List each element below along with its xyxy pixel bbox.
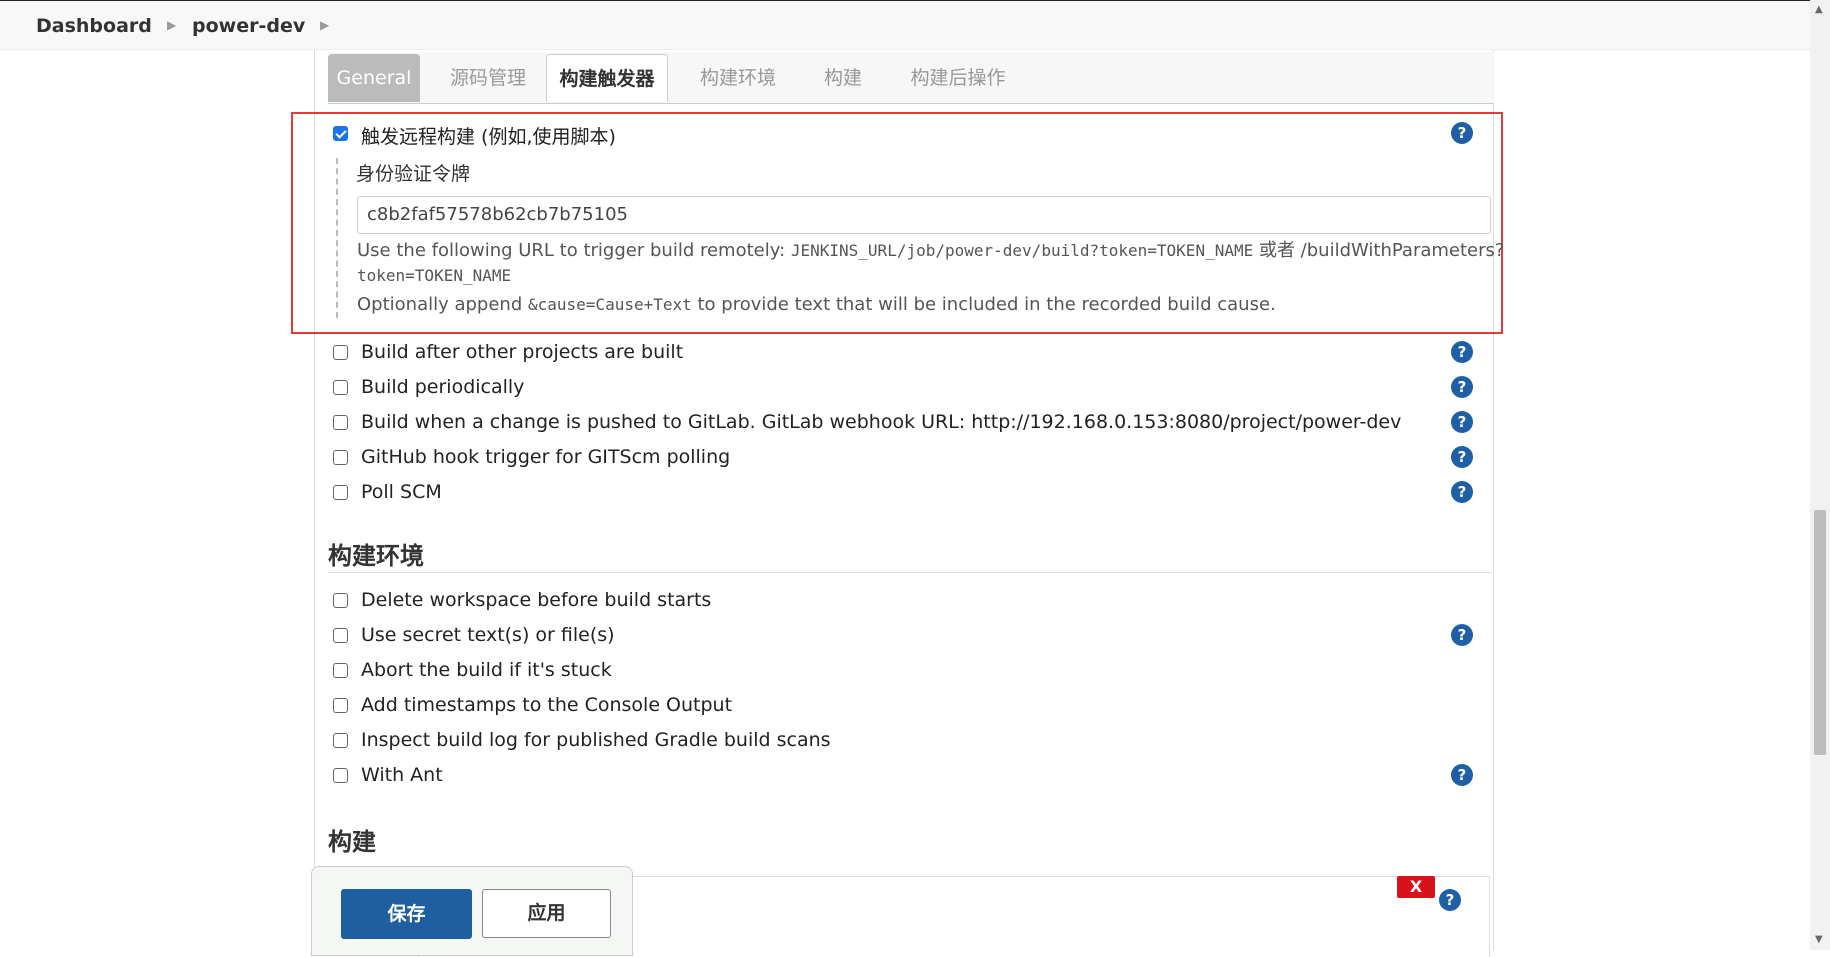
trigger-option-label: Build when a change is pushed to GitLab.… xyxy=(361,411,1402,433)
tab-general[interactable]: General xyxy=(328,54,420,102)
env-option-label: With Ant xyxy=(361,764,443,786)
trigger-url-description: Use the following URL to trigger build r… xyxy=(357,240,1505,261)
tab-build-triggers[interactable]: 构建触发器 xyxy=(546,54,668,102)
remote-trigger-checkbox[interactable] xyxy=(333,126,348,141)
with-ant-checkbox[interactable] xyxy=(333,768,348,783)
scroll-down-icon[interactable]: ▼ xyxy=(1815,934,1823,945)
scrollbar-thumb[interactable] xyxy=(1814,510,1826,755)
scrollbar[interactable] xyxy=(1810,0,1830,950)
breadcrumb-job[interactable]: power-dev xyxy=(192,15,305,37)
delete-workspace-checkbox[interactable] xyxy=(333,593,348,608)
poll-scm-checkbox[interactable] xyxy=(333,485,348,500)
tab-scm[interactable]: 源码管理 xyxy=(428,54,548,102)
github-hook-checkbox[interactable] xyxy=(333,450,348,465)
trigger-option-label: Build periodically xyxy=(361,376,525,398)
scroll-up-icon[interactable]: ▲ xyxy=(1815,4,1823,15)
build-env-title: 构建环境 xyxy=(328,542,424,570)
abort-stuck-checkbox[interactable] xyxy=(333,663,348,678)
cause-description: Optionally append &cause=Cause+Text to p… xyxy=(357,294,1276,315)
trigger-option-label: Build after other projects are built xyxy=(361,341,684,363)
help-icon[interactable]: ? xyxy=(1451,481,1473,503)
tab-post-build[interactable]: 构建后操作 xyxy=(888,54,1028,102)
tab-build-environment[interactable]: 构建环境 xyxy=(678,54,798,102)
token-label: 身份验证令牌 xyxy=(356,163,471,185)
env-option-label: Add timestamps to the Console Output xyxy=(361,694,733,716)
trigger-url-token: token=TOKEN_NAME xyxy=(357,266,512,285)
help-icon[interactable]: ? xyxy=(1451,624,1473,646)
gitlab-push-checkbox[interactable] xyxy=(333,415,348,430)
breadcrumb: Dashboard ▶ power-dev ▶ xyxy=(0,0,1810,50)
build-periodically-checkbox[interactable] xyxy=(333,380,348,395)
env-option-label: Use secret text(s) or file(s) xyxy=(361,624,615,646)
remote-trigger-label: 触发远程构建 (例如,使用脚本) xyxy=(361,126,616,148)
help-icon[interactable]: ? xyxy=(1451,122,1473,144)
build-after-checkbox[interactable] xyxy=(333,345,348,360)
timestamps-checkbox[interactable] xyxy=(333,698,348,713)
breadcrumb-dashboard[interactable]: Dashboard xyxy=(36,15,152,37)
save-button[interactable]: 保存 xyxy=(341,889,472,939)
nested-indicator xyxy=(336,158,338,318)
help-icon[interactable]: ? xyxy=(1451,376,1473,398)
env-option-label: Abort the build if it's stuck xyxy=(361,659,612,681)
help-icon[interactable]: ? xyxy=(1451,446,1473,468)
trigger-option-label: Poll SCM xyxy=(361,481,442,503)
gradle-scans-checkbox[interactable] xyxy=(333,733,348,748)
help-icon[interactable]: ? xyxy=(1451,341,1473,363)
auth-token-input[interactable]: c8b2faf57578b62cb7b75105 xyxy=(357,196,1491,234)
chevron-right-icon[interactable]: ▶ xyxy=(167,18,176,32)
help-icon[interactable]: ? xyxy=(1451,764,1473,786)
apply-button[interactable]: 应用 xyxy=(482,889,611,938)
help-icon[interactable]: ? xyxy=(1439,889,1461,911)
chevron-right-icon[interactable]: ▶ xyxy=(320,18,329,32)
divider xyxy=(328,572,1492,573)
help-icon[interactable]: ? xyxy=(1451,411,1473,433)
build-title: 构建 xyxy=(328,828,376,856)
tab-build[interactable]: 构建 xyxy=(798,54,888,102)
env-option-label: Inspect build log for published Gradle b… xyxy=(361,729,831,751)
remove-step-button[interactable]: X xyxy=(1397,876,1435,898)
secret-text-checkbox[interactable] xyxy=(333,628,348,643)
config-tabs: General 源码管理 构建触发器 构建环境 构建 构建后操作 xyxy=(328,52,1494,104)
trigger-option-label: GitHub hook trigger for GITScm polling xyxy=(361,446,731,468)
env-option-label: Delete workspace before build starts xyxy=(361,589,712,611)
